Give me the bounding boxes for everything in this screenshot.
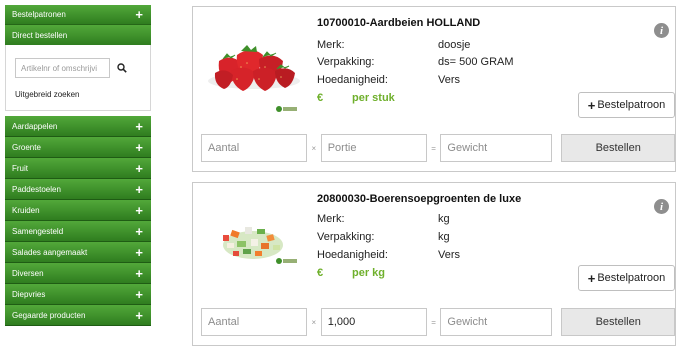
sidebar-item-groente[interactable]: Groente + (5, 137, 151, 158)
unit-type-label: Hoedanigheid: (317, 74, 388, 86)
order-button[interactable]: Bestellen (561, 134, 675, 162)
packaging-label: Verpakking: (317, 231, 375, 243)
portion-input[interactable] (320, 308, 427, 336)
currency-symbol: € (317, 92, 324, 104)
sidebar-item-label: Paddestoelen (12, 184, 61, 194)
plus-icon[interactable]: + (135, 309, 143, 322)
currency-symbol: € (317, 267, 324, 279)
sidebar-item-label: Diversen (12, 268, 44, 278)
sidebar-item-samengesteld[interactable]: Samengesteld + (5, 221, 151, 242)
plus-icon: + (587, 270, 596, 286)
sidebar-item-label: Fruit (12, 163, 28, 173)
category-list: Aardappelen + Groente + Fruit + Paddesto… (5, 116, 151, 326)
plus-icon[interactable]: + (135, 267, 143, 280)
quantity-input[interactable] (201, 308, 307, 336)
strawberries-photo[interactable] (201, 15, 307, 119)
portion-input[interactable] (320, 134, 427, 162)
price-unit: per stuk (352, 92, 395, 104)
packaging-value: kg (438, 231, 450, 243)
unit-type-value: Vers (438, 74, 461, 86)
plus-icon[interactable]: + (135, 225, 143, 238)
sidebar-item-diversen[interactable]: Diversen + (5, 263, 151, 284)
weight-input[interactable] (440, 134, 553, 162)
order-row: × = Bestellen (201, 134, 675, 162)
sidebar-item-direct-bestellen[interactable]: Direct bestellen (5, 25, 151, 45)
button-label: Bestelpatroon (597, 99, 666, 111)
plus-icon[interactable]: + (135, 246, 143, 259)
sidebar-item-label: Aardappelen (12, 121, 58, 131)
unit-type-label: Hoedanigheid: (317, 249, 388, 261)
equals-sign: = (431, 143, 436, 153)
sidebar-item-label: Salades aangemaakt (12, 247, 88, 257)
sidebar-item-label: Diepvries (12, 289, 46, 299)
product-title: 10700010-Aardbeien HOLLAND (317, 17, 481, 29)
info-icon[interactable]: i (654, 199, 669, 214)
brand-value: kg (438, 213, 450, 225)
sidebar-item-label: Groente (12, 142, 41, 152)
brand-label: Merk: (317, 213, 345, 225)
product-title: 20800030-Boerensoepgroenten de luxe (317, 193, 522, 205)
weight-input[interactable] (440, 308, 553, 336)
quantity-input[interactable] (201, 134, 307, 162)
sidebar-item-fruit[interactable]: Fruit + (5, 158, 151, 179)
order-button[interactable]: Bestellen (561, 308, 675, 336)
sidebar-item-label: Samengesteld (12, 226, 64, 236)
search-panel: Uitgebreid zoeken (5, 45, 151, 111)
multiply-sign: × (311, 143, 317, 153)
search-icon[interactable] (113, 58, 131, 78)
search-input[interactable] (15, 58, 110, 78)
brand-value: doosje (438, 39, 471, 51)
packaging-label: Verpakking: (317, 56, 375, 68)
plus-icon[interactable]: + (135, 141, 143, 154)
brand-label: Merk: (317, 39, 345, 51)
sidebar-item-bestelpatronen[interactable]: Bestelpatronen + (5, 5, 151, 25)
plus-icon: + (587, 97, 596, 113)
sidebar-item-paddestoelen[interactable]: Paddestoelen + (5, 179, 151, 200)
add-bestelpatroon-button[interactable]: + Bestelpatroon (578, 265, 675, 291)
plus-icon[interactable]: + (135, 8, 143, 21)
unit-type-value: Vers (438, 249, 461, 261)
plus-icon[interactable]: + (135, 204, 143, 217)
price-unit: per kg (352, 267, 386, 279)
add-bestelpatroon-button[interactable]: + Bestelpatroon (578, 92, 675, 118)
info-icon[interactable]: i (654, 23, 669, 38)
sidebar-item-kruiden[interactable]: Kruiden + (5, 200, 151, 221)
sidebar-item-label: Kruiden (12, 205, 40, 215)
plus-icon[interactable]: + (135, 162, 143, 175)
button-label: Bestelpatroon (597, 272, 666, 284)
sidebar-item-salades-aangemaakt[interactable]: Salades aangemaakt + (5, 242, 151, 263)
sidebar-item-label: Bestelpatronen (12, 10, 66, 19)
sidebar: Bestelpatronen + Direct bestellen Uitgeb… (5, 5, 151, 326)
packaging-value: ds= 500 GRAM (438, 56, 514, 68)
order-row: × = Bestellen (201, 308, 675, 336)
sidebar-item-label: Gegaarde producten (12, 310, 86, 320)
advanced-search-link[interactable]: Uitgebreid zoeken (15, 90, 142, 99)
sidebar-item-label: Direct bestellen (12, 30, 68, 40)
multiply-sign: × (311, 317, 317, 327)
plus-icon[interactable]: + (135, 183, 143, 196)
plus-icon[interactable]: + (135, 288, 143, 301)
product-card: i 10700010-Aardbeien HOLLAND Merk: doosj… (192, 6, 676, 172)
soup-vegetables-photo[interactable] (201, 191, 307, 295)
product-card: i 20800030-Boerensoepgroenten de luxe Me… (192, 182, 676, 346)
equals-sign: = (431, 317, 436, 327)
sidebar-item-gegaarde-producten[interactable]: Gegaarde producten + (5, 305, 151, 326)
sidebar-item-diepvries[interactable]: Diepvries + (5, 284, 151, 305)
plus-icon[interactable]: + (135, 120, 143, 133)
sidebar-item-aardappelen[interactable]: Aardappelen + (5, 116, 151, 137)
